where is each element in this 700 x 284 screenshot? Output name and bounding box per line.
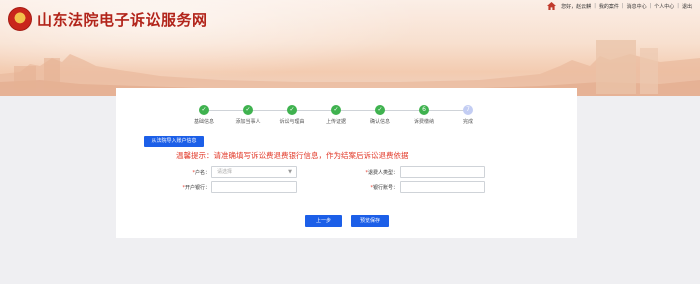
step-label: 诉费缴纳 (413, 119, 434, 125)
bank-label-text: 开户银行： (184, 185, 210, 191)
bank-account-input[interactable] (400, 181, 485, 193)
check-icon: ✓ (287, 105, 297, 115)
step-label: 完成 (462, 119, 473, 125)
nav-logout[interactable]: 退出 (682, 3, 692, 10)
step-number: 6 (419, 105, 429, 115)
check-icon: ✓ (199, 105, 209, 115)
refund-type-label: *退费人类型： (348, 169, 398, 176)
step-label: 添加当事人 (235, 119, 261, 125)
bank-label: *开户银行： (166, 184, 210, 191)
account-name-select[interactable]: 请选择 ▼ (211, 166, 297, 178)
refund-type-input[interactable] (400, 166, 485, 178)
home-icon[interactable] (547, 2, 557, 10)
step-number: 7 (463, 105, 473, 115)
bank-input[interactable] (211, 181, 297, 193)
chevron-down-icon: ▼ (288, 169, 292, 175)
step-complete: 7 完成 (448, 105, 488, 125)
step-claims: ✓ 诉讼与理由 (272, 105, 312, 125)
prev-step-button[interactable]: 上一步 (305, 215, 342, 227)
progress-steps: ✓ 基础信息 ✓ 添加当事人 ✓ 诉讼与理由 ✓ 上传证据 ✓ 确认信息 6 诉… (180, 102, 494, 132)
nav-personal-center[interactable]: 个人中心 (654, 3, 674, 10)
site-title[interactable]: 山东法院电子诉讼服务网 (37, 9, 208, 30)
check-icon: ✓ (375, 105, 385, 115)
case-filing-card: ✓ 基础信息 ✓ 添加当事人 ✓ 诉讼与理由 ✓ 上传证据 ✓ 确认信息 6 诉… (116, 88, 577, 238)
nav-separator: | (649, 3, 652, 9)
step-label: 诉讼与理由 (279, 119, 305, 125)
account-name-label-text: 户名： (194, 170, 210, 176)
step-upload-evidence: ✓ 上传证据 (316, 105, 356, 125)
top-nav: 您好，赵云麒 | 我的案件 | 消息中心 | 个人中心 | 退出 (547, 1, 692, 11)
nav-my-cases[interactable]: 我的案件 (599, 3, 619, 10)
step-confirm: ✓ 确认信息 (360, 105, 400, 125)
nav-separator: | (677, 3, 679, 9)
step-label: 基础信息 (193, 119, 214, 125)
bank-account-label-text: 银行账号： (372, 185, 398, 191)
court-emblem-logo[interactable] (8, 7, 32, 31)
user-greeting[interactable]: 您好，赵云麒 (561, 3, 591, 10)
check-icon: ✓ (243, 105, 253, 115)
step-add-party: ✓ 添加当事人 (228, 105, 268, 125)
account-name-placeholder: 请选择 (217, 169, 233, 175)
step-fee-payment: 6 诉费缴纳 (404, 105, 444, 125)
import-account-button[interactable]: 从法院导入账户信息 (144, 136, 204, 147)
preview-save-button[interactable]: 预览保存 (351, 215, 389, 227)
banner-skyline-illustration (0, 40, 700, 96)
step-label: 确认信息 (369, 119, 390, 125)
header-banner: 山东法院电子诉讼服务网 您好，赵云麒 | 我的案件 | 消息中心 | 个人中心 … (0, 0, 700, 96)
nav-message-center[interactable]: 消息中心 (627, 3, 647, 10)
check-icon: ✓ (331, 105, 341, 115)
nav-separator: | (594, 3, 596, 9)
refund-tip: 温馨提示：请准确填写诉讼费退费银行信息，作为结案后诉讼退费依据 (176, 151, 409, 160)
account-name-label: *户名： (174, 169, 210, 176)
step-basic-info: ✓ 基础信息 (184, 105, 224, 125)
bank-account-label: *银行账号： (348, 184, 398, 191)
refund-type-label-text: 退费人类型： (367, 170, 398, 176)
step-label: 上传证据 (325, 119, 346, 125)
nav-separator: | (621, 3, 624, 9)
